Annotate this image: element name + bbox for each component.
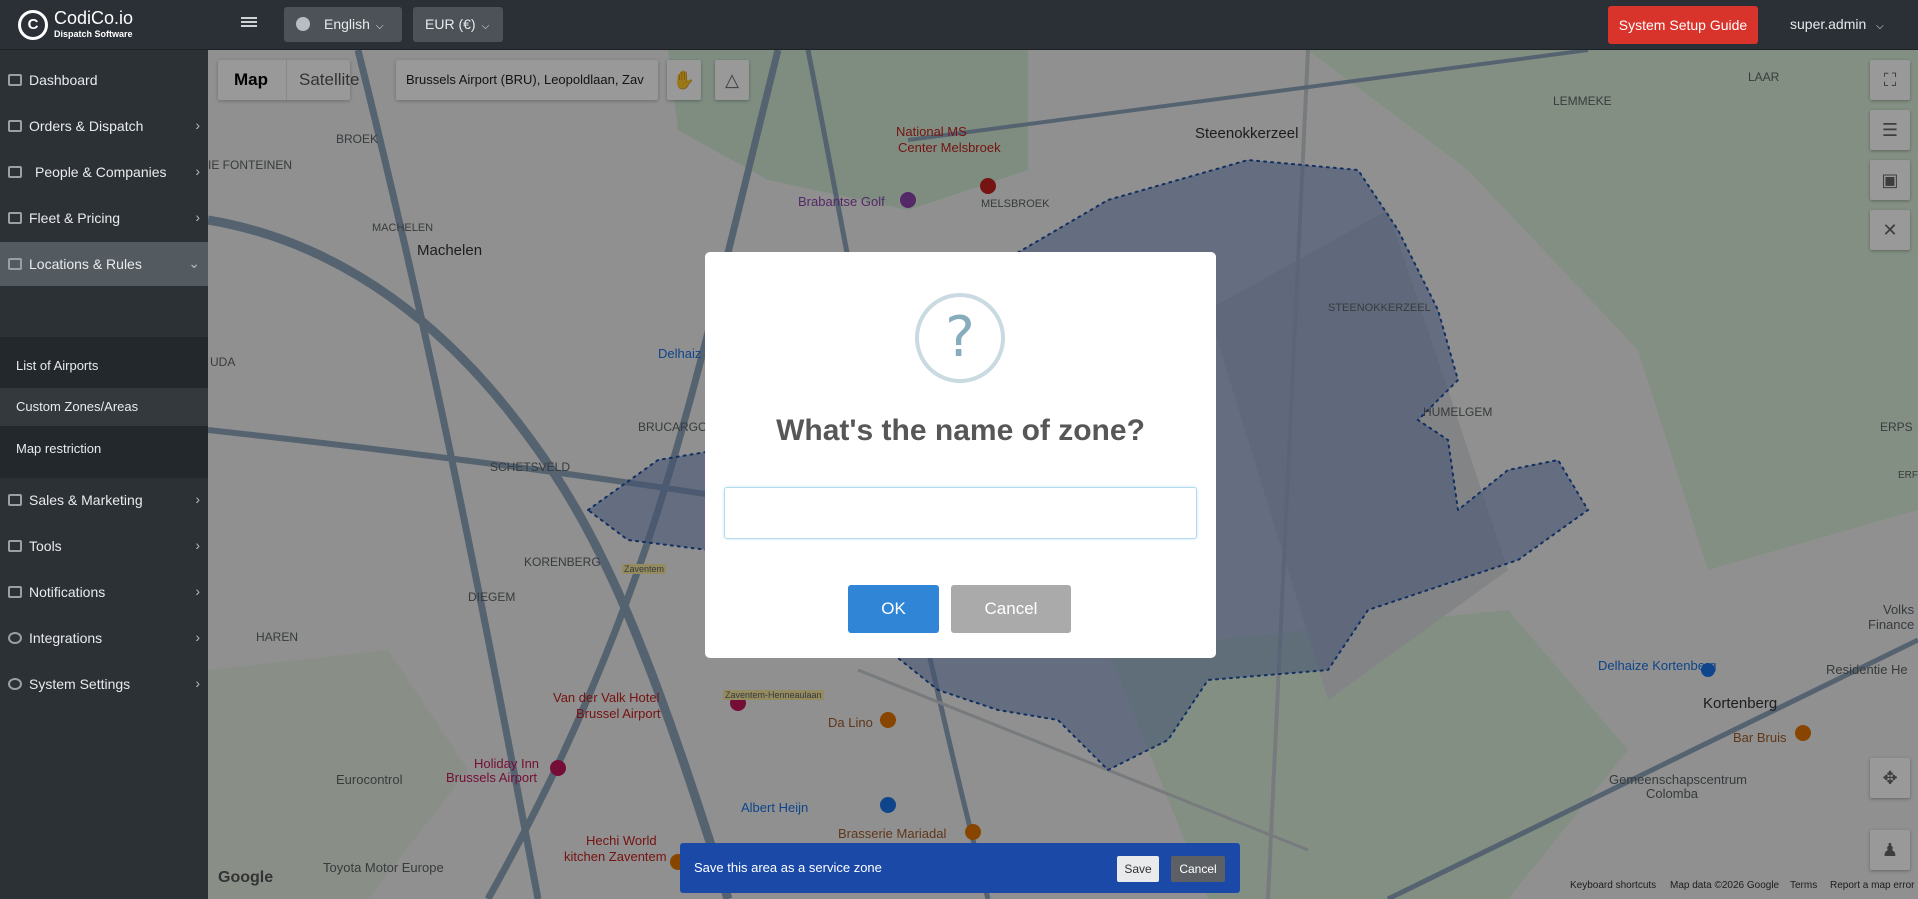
sidebar-item-label: System Settings: [29, 676, 131, 692]
submenu-item-custom-zones[interactable]: Custom Zones/Areas: [0, 388, 208, 426]
map-icon: [8, 258, 22, 270]
submenu-item-map-restriction[interactable]: Map restriction: [0, 430, 208, 468]
sidebar-item-dashboard[interactable]: Dashboard: [0, 58, 208, 102]
save-zone-button[interactable]: Save: [1117, 856, 1159, 882]
sidebar-item-people[interactable]: People & Companies ›: [0, 150, 208, 194]
zone-name-dialog: ? What's the name of zone? OK Cancel: [705, 252, 1216, 658]
sidebar-item-sales[interactable]: Sales & Marketing ›: [0, 478, 208, 522]
sidebar-item-label: Tools: [29, 538, 62, 554]
sidebar-item-orders[interactable]: Orders & Dispatch ›: [0, 104, 208, 148]
megaphone-icon: [8, 494, 22, 506]
sidebar: Dashboard Orders & Dispatch › People & Co…: [0, 50, 208, 899]
envelope-icon: [8, 586, 22, 598]
chevron-right-icon: ›: [195, 583, 200, 599]
cancel-button[interactable]: Cancel: [951, 585, 1071, 633]
people-icon: [8, 166, 22, 178]
currency-label: EUR (€): [425, 16, 476, 32]
question-icon: ?: [915, 293, 1005, 383]
sidebar-item-notifications[interactable]: Notifications ›: [0, 570, 208, 614]
dialog-title: What's the name of zone?: [776, 414, 1145, 447]
sidebar-item-system-settings[interactable]: System Settings ›: [0, 662, 208, 706]
gear-icon: [8, 678, 22, 690]
wrench-icon: [8, 540, 22, 552]
chevron-down-icon: ⌄: [188, 255, 200, 271]
sidebar-item-label: Sales & Marketing: [29, 492, 143, 508]
chevron-right-icon: ›: [195, 537, 200, 553]
chevron-down-icon: ⌵: [375, 21, 384, 32]
chevron-down-icon: ⌵: [1876, 21, 1884, 32]
system-setup-guide-button[interactable]: System Setup Guide: [1608, 6, 1758, 44]
chevron-right-icon: ›: [195, 629, 200, 645]
sidebar-item-label: Dashboard: [29, 72, 98, 88]
locations-submenu: List of Airports Custom Zones/Areas Map …: [0, 337, 208, 478]
chevron-down-icon: ⌵: [481, 21, 490, 32]
chevron-right-icon: ›: [195, 163, 200, 179]
sidebar-item-label: People & Companies: [35, 164, 167, 180]
sidebar-item-label: Notifications: [29, 584, 106, 600]
logo-icon: C: [18, 10, 48, 40]
top-bar: C CodiCo.io Dispatch Software English ⌵ E…: [0, 0, 1918, 50]
sidebar-item-fleet[interactable]: Fleet & Pricing ›: [0, 196, 208, 240]
currency-dropdown[interactable]: EUR (€) ⌵: [413, 7, 503, 42]
cancel-zone-button[interactable]: Cancel: [1171, 856, 1225, 882]
dashboard-icon: [8, 74, 22, 86]
language-dropdown[interactable]: English ⌵: [284, 7, 402, 42]
logo-subtitle: Dispatch Software: [54, 29, 133, 39]
save-zone-message: Save this area as a service zone: [694, 860, 882, 875]
chevron-right-icon: ›: [195, 209, 200, 225]
globe-icon: [296, 17, 310, 31]
sidebar-item-label: Locations & Rules: [29, 256, 142, 272]
save-zone-bar: Save this area as a service zone Save Ca…: [680, 843, 1240, 893]
sidebar-item-tools[interactable]: Tools ›: [0, 524, 208, 568]
gear-icon: [8, 632, 22, 644]
sidebar-item-label: Fleet & Pricing: [29, 210, 121, 226]
menu-toggle-icon[interactable]: [241, 15, 257, 31]
language-label: English: [324, 16, 370, 32]
zone-name-input[interactable]: [724, 487, 1197, 539]
username: super.admin: [1790, 16, 1867, 32]
chevron-right-icon: ›: [195, 117, 200, 133]
user-menu[interactable]: super.admin ⌵: [1790, 16, 1884, 32]
sidebar-item-label: Orders & Dispatch: [29, 118, 144, 134]
sidebar-item-label: Integrations: [29, 630, 103, 646]
orders-icon: [8, 120, 22, 132]
logo-name: CodiCo.io: [54, 8, 134, 28]
car-icon: [8, 212, 22, 224]
submenu-item-airports[interactable]: List of Airports: [0, 347, 208, 385]
app-logo[interactable]: C CodiCo.io Dispatch Software: [18, 8, 178, 42]
chevron-right-icon: ›: [195, 675, 200, 691]
chevron-right-icon: ›: [195, 491, 200, 507]
sidebar-item-locations[interactable]: Locations & Rules ⌄: [0, 242, 208, 286]
sidebar-item-integrations[interactable]: Integrations ›: [0, 616, 208, 660]
ok-button[interactable]: OK: [848, 585, 939, 633]
